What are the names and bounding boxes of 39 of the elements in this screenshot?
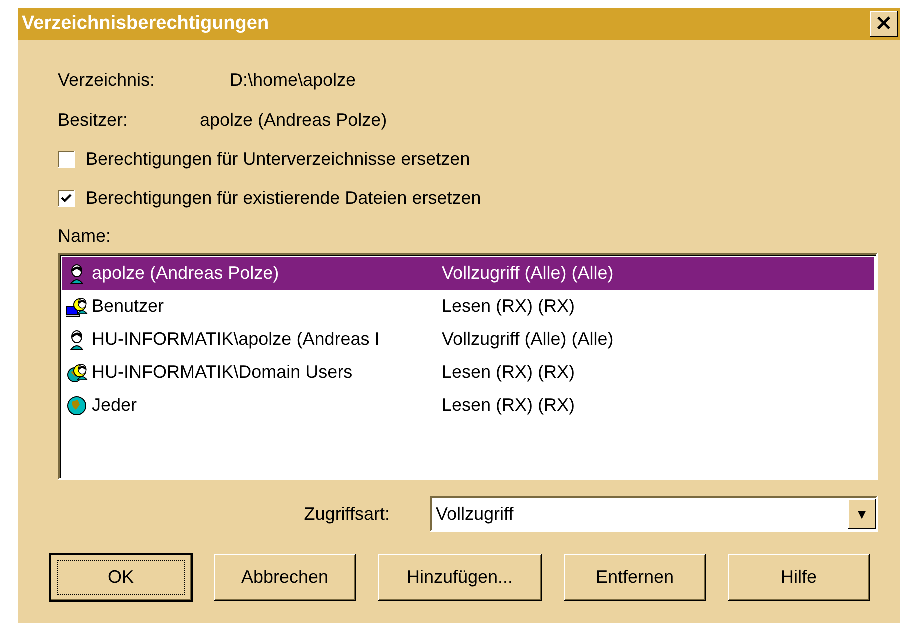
list-row[interactable]: HU-INFORMATIK\Domain Users Lesen (RX) (RX) (62, 356, 874, 389)
list-row[interactable]: Jeder Lesen (RX) (RX) (62, 389, 874, 422)
dialog-button[interactable]: Abbrechen (214, 554, 356, 601)
account-name: apolze (Andreas Polze) (92, 263, 280, 284)
access-rights: Lesen (RX) (RX) (442, 296, 576, 317)
field-label: Verzeichnis: (58, 70, 156, 90)
checkbox-label: Berechtigungen für existierende Dateien ersetzen (86, 188, 482, 209)
dialog-button[interactable]: OK (50, 554, 192, 601)
owner-name: apolze (Andreas Polze) (200, 110, 388, 130)
list-row[interactable]: HU-INFORMATIK\apolze (Andreas I Vollzugriff (Alle) (Alle) (62, 323, 874, 356)
window-title: Verzeichnisberechtigungen (22, 13, 270, 35)
access-rights: Vollzugriff (Alle) (Alle) (442, 263, 614, 284)
dropdown-value: Vollzugriff (435, 504, 514, 524)
directory-path: D:\home\apolze (230, 70, 356, 90)
checkmark-icon (60, 192, 73, 205)
dropdown-arrow-button[interactable]: ▼ (848, 499, 876, 529)
account-name: HU-INFORMATIK\apolze (Andreas I (92, 329, 381, 350)
access-type-dropdown[interactable]: Vollzugriff ▼ (430, 496, 878, 532)
globe-icon (66, 394, 88, 416)
dialog-button[interactable]: Hinzufügen... (378, 554, 542, 601)
account-name: HU-INFORMATIK\Domain Users (92, 362, 354, 383)
list-label: Name: (58, 226, 112, 247)
checkbox[interactable] (58, 190, 75, 207)
list-row[interactable]: apolze (Andreas Polze) Vollzugriff (Alle) (Alle) (62, 257, 874, 290)
group-icon (66, 296, 88, 318)
access-rights: Lesen (RX) (RX) (442, 395, 576, 416)
field-label: Besitzer: (58, 110, 130, 130)
list-row[interactable]: Benutzer Lesen (RX) (RX) (62, 290, 874, 323)
group-icon (66, 362, 88, 384)
access-rights: Vollzugriff (Alle) (Alle) (442, 329, 614, 350)
checkbox[interactable] (58, 151, 75, 168)
checkbox-label: Berechtigungen für Unterverzeichnisse ersetzen (86, 149, 470, 170)
account-name: Benutzer (92, 296, 166, 317)
dialog-button[interactable]: Hilfe (728, 554, 870, 601)
close-button[interactable]: × (870, 11, 898, 37)
access-rights: Lesen (RX) (RX) (442, 362, 576, 383)
field-label: Zugriffsart: (304, 504, 390, 524)
dialog-button[interactable]: Entfernen (564, 554, 706, 601)
account-name: Jeder (92, 395, 138, 416)
